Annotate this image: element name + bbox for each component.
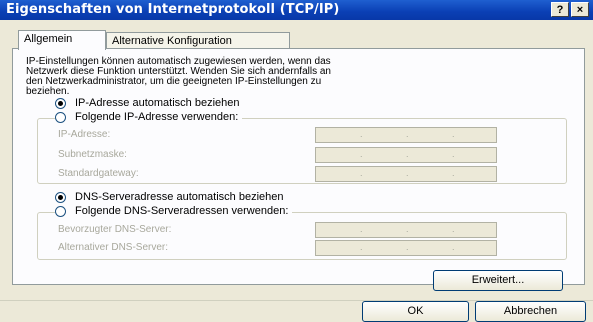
cancel-button[interactable]: Abbrechen	[475, 301, 586, 322]
radio-unselected-icon	[55, 111, 66, 123]
radio-selected-icon	[55, 97, 66, 109]
advanced-button[interactable]: Erweitert...	[433, 270, 563, 291]
intro-line: beziehen.	[26, 86, 70, 97]
ip-dot: .	[452, 168, 455, 178]
radio-selected-icon	[55, 191, 66, 203]
ip-dot: .	[406, 224, 409, 234]
ip-dot: .	[452, 129, 455, 139]
subnet-mask-label: Subnetzmaske:	[58, 149, 127, 160]
ip-dot: .	[452, 242, 455, 252]
intro-text: IP-Einstellungen können automatisch zuge…	[26, 57, 566, 97]
subnet-mask-field[interactable]: ...	[315, 147, 497, 163]
ip-dot: .	[452, 224, 455, 234]
ip-address-label: IP-Adresse:	[58, 129, 111, 140]
dns-manual-radio[interactable]: Folgende DNS-Serveradressen verwenden:	[55, 205, 293, 217]
ip-dot: .	[406, 242, 409, 252]
ip-dot: .	[360, 224, 363, 234]
window-title: Eigenschaften von Internetprotokoll (TCP…	[6, 2, 340, 17]
ip-auto-radio[interactable]: IP-Adresse automatisch beziehen	[55, 97, 239, 109]
ip-dot: .	[406, 168, 409, 178]
title-bar[interactable]: Eigenschaften von Internetprotokoll (TCP…	[0, 0, 593, 20]
ip-address-field[interactable]: ...	[315, 127, 497, 143]
tab-allgemein[interactable]: Allgemein	[18, 30, 106, 50]
dns-manual-label: Folgende DNS-Serveradressen verwenden:	[75, 205, 289, 217]
ip-dot: .	[406, 129, 409, 139]
alternate-dns-label: Alternativer DNS-Server:	[58, 242, 169, 253]
dns-auto-radio[interactable]: DNS-Serveradresse automatisch beziehen	[55, 191, 284, 203]
ip-dot: .	[406, 149, 409, 159]
ip-auto-label: IP-Adresse automatisch beziehen	[75, 97, 240, 109]
ip-manual-radio[interactable]: Folgende IP-Adresse verwenden:	[55, 111, 243, 123]
ok-button[interactable]: OK	[362, 301, 469, 322]
dns-auto-label: DNS-Serveradresse automatisch beziehen	[75, 191, 284, 203]
intro-line: den Netzwerkadministrator, um die geeign…	[26, 76, 322, 87]
ip-dot: .	[360, 168, 363, 178]
help-button[interactable]: ?	[551, 2, 569, 17]
default-gateway-label: Standardgateway:	[58, 168, 139, 179]
preferred-dns-field[interactable]: ...	[315, 222, 497, 238]
close-button[interactable]: ×	[571, 2, 589, 17]
ip-dot: .	[360, 129, 363, 139]
tcpip-properties-dialog: Eigenschaften von Internetprotokoll (TCP…	[0, 0, 593, 322]
ip-manual-label: Folgende IP-Adresse verwenden:	[75, 111, 239, 123]
alternate-dns-field[interactable]: ...	[315, 240, 497, 256]
ip-dot: .	[360, 149, 363, 159]
default-gateway-field[interactable]: ...	[315, 166, 497, 182]
ip-dot: .	[360, 242, 363, 252]
radio-unselected-icon	[55, 205, 66, 217]
preferred-dns-label: Bevorzugter DNS-Server:	[58, 224, 172, 235]
ip-dot: .	[452, 149, 455, 159]
